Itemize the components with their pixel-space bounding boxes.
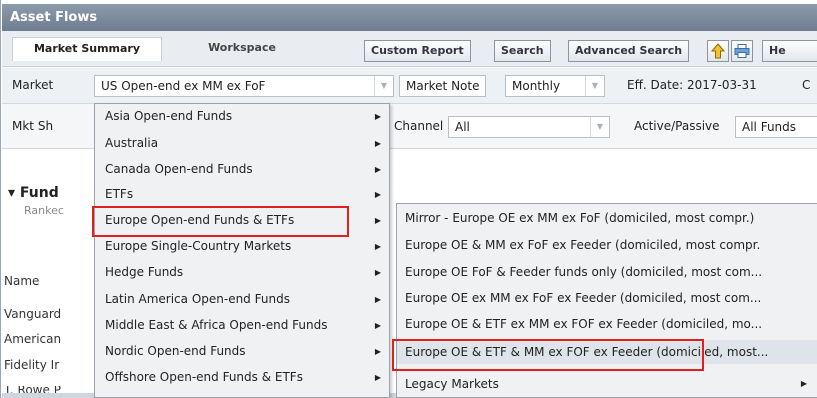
submenu-item-legacy[interactable]: Legacy Markets ▶ [397,372,817,396]
help-button[interactable]: He [762,40,817,62]
menu-item-asia[interactable]: Asia Open-end Funds ▶ [95,105,389,128]
table-row[interactable]: American [4,332,61,346]
export-icon[interactable] [707,40,729,62]
submenu-item[interactable]: Mirror - Europe OE ex MM ex FoF (domicil… [397,206,817,230]
chevron-right-icon: ▶ [374,268,381,277]
custom-report-button[interactable]: Custom Report [364,40,471,62]
currency-label-partial: C [802,78,811,92]
market-select-value: US Open-end ex MM ex FoF [101,79,266,93]
menu-item-latin-america[interactable]: Latin America Open-end Funds ▶ [95,288,389,311]
chevron-down-icon[interactable]: ▼ [585,76,604,96]
menu-item-etfs[interactable]: ETFs ▶ [95,183,389,206]
menu-item-offshore[interactable]: Offshore Open-end Funds & ETFs ▶ [95,366,389,389]
menu-item-label: Middle East & Africa Open-end Funds [105,318,328,332]
mkt-share-label: Mkt Sh [12,119,54,133]
table-row[interactable]: Fidelity Ir [4,358,59,372]
menu-item-label: Latin America Open-end Funds [105,292,290,306]
section-title-text: Fund [19,185,59,201]
chevron-right-icon: ▶ [374,112,381,121]
menu-item-australia[interactable]: Australia ▶ [95,132,389,155]
market-dropdown-menu: Asia Open-end Funds ▶ Australia ▶ Canada O… [94,103,390,398]
menu-item-label: ETFs [105,187,134,201]
highlight-box-selected-market [392,339,704,371]
section-subtitle: Rankec [24,204,64,217]
menu-item-label: Hedge Funds [105,265,184,279]
app-frame: Asset Flows Market Summary Workspace Cus… [0,0,817,398]
print-icon[interactable] [731,40,753,62]
menu-item-europe-single-country[interactable]: Europe Single-Country Markets ▶ [95,235,389,258]
menu-item-label: Legacy Markets [405,377,499,391]
section-title[interactable]: ▾ Fund [8,185,59,201]
chevron-down-icon[interactable]: ▼ [590,117,609,137]
menu-item-label: Nordic Open-end Funds [105,344,246,358]
chevron-down-icon[interactable]: ▼ [374,76,393,96]
menu-item-nordic[interactable]: Nordic Open-end Funds ▶ [95,340,389,363]
menu-item-middle-east-africa[interactable]: Middle East & Africa Open-end Funds ▶ [95,314,389,337]
chevron-right-icon: ▶ [374,373,381,382]
highlight-box-europe [92,206,349,237]
menu-item-label: Europe Single-Country Markets [105,239,292,253]
menu-item-label: Australia [105,136,159,150]
name-column-header[interactable]: Name [4,274,39,288]
chevron-right-icon: ▶ [800,379,807,388]
chevron-right-icon: ▶ [374,242,381,251]
tab-workspace[interactable]: Workspace [177,37,307,61]
market-select[interactable]: US Open-end ex MM ex FoF ▼ [94,75,394,97]
market-filter-row: Market US Open-end ex MM ex FoF ▼ Market… [2,68,817,104]
channel-select[interactable]: All ▼ [448,116,610,138]
frequency-select[interactable]: Monthly ▼ [505,75,605,97]
channel-label: Channel [394,119,444,133]
menu-item-hedge-funds[interactable]: Hedge Funds ▶ [95,261,389,284]
submenu-item[interactable]: Europe OE ex MM ex FoF ex Feeder (domici… [397,286,817,310]
chevron-right-icon: ▶ [374,165,381,174]
menu-item-label: Canada Open-end Funds [105,162,253,176]
active-passive-select[interactable]: All Funds [735,116,817,138]
table-row[interactable]: Vanguard [4,307,61,321]
market-note-button[interactable]: Market Note [399,75,487,97]
tab-market-summary[interactable]: Market Summary [12,37,162,61]
chevron-right-icon: ▶ [374,216,381,225]
eff-date-label: Eff. Date: 2017-03-31 [627,78,757,92]
chevron-right-icon: ▶ [374,295,381,304]
window-title: Asset Flows [2,4,817,31]
menu-item-label: Offshore Open-end Funds & ETFs [105,370,303,384]
submenu-item[interactable]: Europe OE & MM ex FoF ex Feeder (domicil… [397,233,817,257]
submenu-item[interactable]: Europe OE & ETF ex MM ex FOF ex Feeder (… [397,312,817,336]
advanced-search-button[interactable]: Advanced Search [568,40,690,62]
menu-item-label: Asia Open-end Funds [105,109,233,123]
frequency-value: Monthly [512,79,561,93]
chevron-right-icon: ▶ [374,190,381,199]
chevron-right-icon: ▶ [374,321,381,330]
market-label: Market [12,78,54,92]
channel-value: All [455,120,470,134]
chevron-right-icon: ▶ [374,347,381,356]
tab-bar: Market Summary Workspace Custom Report S… [2,31,817,67]
search-button[interactable]: Search [494,40,551,62]
menu-item-canada[interactable]: Canada Open-end Funds ▶ [95,158,389,181]
submenu-item[interactable]: Europe OE FoF & Feeder funds only (domic… [397,260,817,284]
collapse-icon[interactable]: ▾ [8,185,15,201]
active-passive-label: Active/Passive [634,119,720,133]
chevron-right-icon: ▶ [374,139,381,148]
